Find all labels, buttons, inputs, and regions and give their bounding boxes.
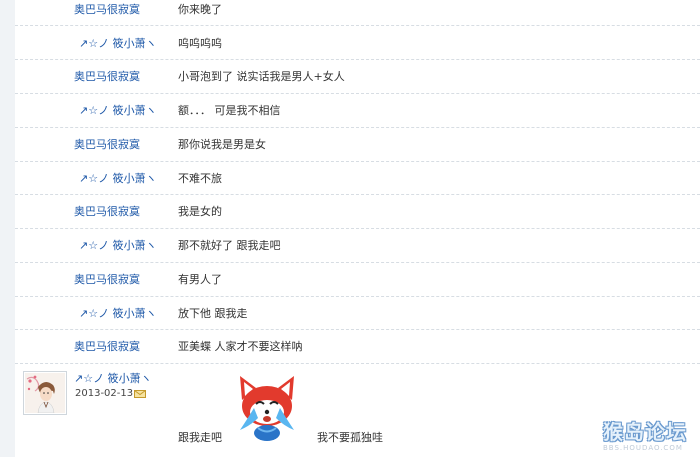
message-text: 亚美蝶 人家才不要这样呐: [178, 340, 303, 353]
message-text: 我是女的: [178, 205, 222, 218]
message-text: 那你说我是男是女: [178, 138, 266, 151]
row-separator: [15, 25, 700, 26]
username-link[interactable]: ↗☆ノ 筱小萧ヽ: [79, 104, 157, 118]
username-link[interactable]: ↗☆ノ 筱小萧ヽ: [79, 307, 157, 321]
message-text: 你来晚了: [178, 3, 222, 16]
message-text: 有男人了: [178, 273, 222, 286]
row-separator: [15, 93, 700, 94]
message-text: 小哥泡到了 说实话我是男人+女人: [178, 70, 345, 83]
user-avatar[interactable]: [23, 371, 67, 415]
message-text: 不难不旅: [178, 172, 222, 185]
message-text: 跟我走吧: [178, 431, 222, 444]
username-link[interactable]: 奥巴马很寂寞: [74, 273, 140, 287]
username-link[interactable]: 奥巴马很寂寞: [74, 3, 140, 17]
row-separator: [15, 329, 700, 330]
username-link[interactable]: 奥巴马很寂寞: [74, 138, 140, 152]
row-separator: [15, 59, 700, 60]
message-text: 那不就好了 跟我走吧: [178, 239, 281, 252]
message-text: 放下他 跟我走: [178, 307, 248, 320]
envelope-icon[interactable]: [134, 390, 146, 398]
forum-watermark-logo: 猴岛论坛 BBS.HOUDAO.COM: [603, 421, 687, 452]
message-text: 我不要孤独哇: [317, 431, 383, 444]
username-link[interactable]: ↗☆ノ 筱小萧ヽ: [74, 372, 152, 386]
username-link[interactable]: 奥巴马很寂寞: [74, 205, 140, 219]
message-text: 额．．． 可是我不相信: [178, 104, 281, 117]
row-separator: [15, 161, 700, 162]
left-gutter: [0, 0, 15, 457]
row-separator: [15, 194, 700, 195]
row-separator: [15, 296, 700, 297]
username-link[interactable]: 奥巴马很寂寞: [74, 340, 140, 354]
username-link[interactable]: ↗☆ノ 筱小萧ヽ: [79, 172, 157, 186]
row-separator: [15, 228, 700, 229]
avatar-image: [25, 373, 65, 414]
message-text: 呜呜呜呜: [178, 37, 222, 50]
watermark-url: BBS.HOUDAO.COM: [603, 444, 683, 452]
watermark-title: 猴岛论坛: [603, 420, 687, 444]
row-separator: [15, 127, 700, 128]
post-date: 2013-02-13: [75, 388, 134, 399]
username-link[interactable]: 奥巴马很寂寞: [74, 70, 140, 84]
row-separator: [15, 363, 700, 364]
username-link[interactable]: ↗☆ノ 筱小萧ヽ: [79, 239, 157, 253]
row-separator: [15, 262, 700, 263]
username-link[interactable]: ↗☆ノ 筱小萧ヽ: [79, 37, 157, 51]
crying-fox-sticker: [240, 376, 294, 441]
